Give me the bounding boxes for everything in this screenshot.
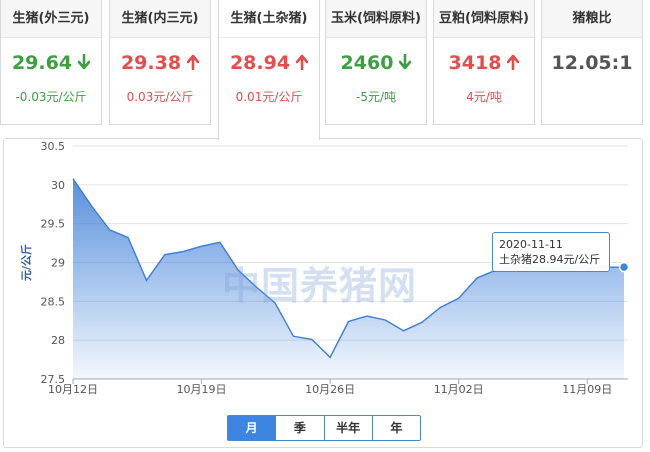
card-value: 12.05:1 [551,52,633,74]
card-pig-grain-ratio[interactable]: 猪粮比 12.05:1 [541,0,643,125]
card-change: 0.03元/公斤 [126,90,194,104]
card-value: 29.38 [110,52,210,74]
arrow-up-icon [507,53,520,71]
card-value: 28.94 [219,52,319,74]
tooltip-date: 2020-11-11 [499,238,563,251]
x-tick-label: 11月02日 [434,383,484,396]
y-axis-title: 元/公斤 [19,244,33,281]
x-tick-label: 10月19日 [177,383,227,396]
card-pig-local[interactable]: 生猪(土杂猪) 28.94 0.01元/公斤 [218,0,320,140]
period-selector: 月 季 半年 年 [227,415,421,441]
arrow-up-icon [295,53,309,71]
price-cards: 生猪(外三元) 29.64 -0.03元/公斤 生猪(内三元) 29.38 0.… [0,0,650,140]
period-year-button[interactable]: 年 [373,416,420,440]
watermark: 中国养猪网 [222,264,418,308]
x-tick-label: 10月12日 [48,383,98,396]
card-change: -0.03元/公斤 [15,90,87,104]
card-value: 3418 [434,52,534,74]
card-title: 生猪(土杂猪) [219,0,319,38]
x-tick-label: 10月26日 [305,383,355,396]
y-tick-label: 28 [51,334,65,347]
card-title: 生猪(外三元) [1,0,101,38]
card-pig-inner-three[interactable]: 生猪(内三元) 29.38 0.03元/公斤 [109,0,211,125]
x-tick-label: 11月09日 [562,383,612,396]
card-pig-outer-three[interactable]: 生猪(外三元) 29.64 -0.03元/公斤 [0,0,102,125]
data-point [618,261,630,273]
card-title: 猪粮比 [542,0,642,38]
card-change: 4元/吨 [466,90,502,104]
chart-tooltip: 2020-11-11 土杂猪28.94元/公斤 [492,232,610,272]
period-month-button[interactable]: 月 [228,416,277,440]
arrow-down-icon [399,53,412,70]
y-tick-label: 28.5 [41,295,66,308]
arrow-up-icon [186,53,200,71]
card-soymeal[interactable]: 豆粕(饲料原料) 3418 4元/吨 [433,0,535,125]
card-title: 生猪(内三元) [110,0,210,38]
y-tick-label: 30.5 [41,140,66,153]
card-value: 29.64 [1,52,101,74]
y-tick-label: 29.5 [41,218,66,231]
card-change: 0.01元/公斤 [235,90,303,104]
card-value: 2460 [326,52,426,74]
card-title: 豆粕(饲料原料) [434,0,534,38]
arrow-down-icon [77,53,91,70]
card-title: 玉米(饲料原料) [326,0,426,38]
period-halfyear-button[interactable]: 半年 [325,416,373,440]
card-corn[interactable]: 玉米(饲料原料) 2460 -5元/吨 [325,0,427,125]
period-quarter-button[interactable]: 季 [276,416,325,440]
card-change: -5元/吨 [355,90,396,104]
tooltip-value: 土杂猪28.94元/公斤 [499,253,601,266]
y-tick-label: 30 [51,179,65,192]
y-tick-label: 29 [51,257,65,270]
